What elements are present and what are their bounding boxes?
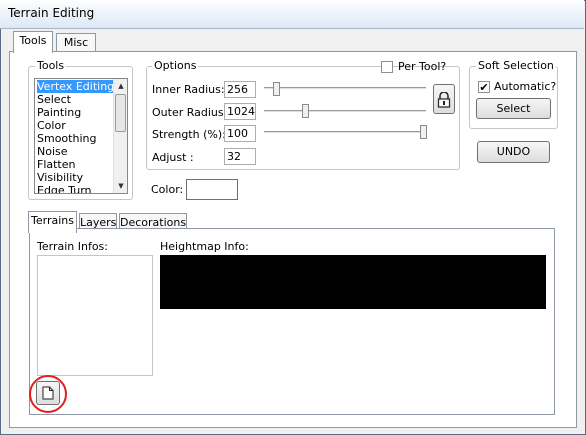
- lock-icon: [437, 91, 451, 108]
- scroll-up-icon[interactable]: ▲: [115, 80, 127, 92]
- list-item[interactable]: Painting: [37, 106, 81, 119]
- outer-radius-slider-thumb[interactable]: [302, 104, 309, 118]
- title-bar[interactable]: Terrain Editing: [0, 0, 584, 29]
- select-button[interactable]: Select: [476, 98, 551, 119]
- heightmap-info-label: Heightmap Info:: [160, 240, 249, 253]
- list-item[interactable]: Edge Turn: [37, 184, 92, 193]
- list-item[interactable]: Smoothing: [37, 132, 96, 145]
- terrain-infos-list[interactable]: [37, 255, 153, 376]
- outer-radius-slider-track[interactable]: [264, 110, 426, 113]
- outer-radius-label: Outer Radius:: [152, 106, 228, 119]
- new-terrain-button[interactable]: [36, 381, 60, 405]
- adjust-label: Adjust :: [152, 151, 194, 164]
- automatic-label: Automatic?: [494, 80, 557, 93]
- strength-label: Strength (%):: [152, 128, 226, 141]
- list-item[interactable]: Color: [37, 119, 66, 132]
- list-item[interactable]: Visibility: [37, 171, 83, 184]
- adjust-input[interactable]: 32: [224, 148, 256, 165]
- soft-selection-label: Soft Selection: [476, 59, 556, 72]
- list-item[interactable]: Select: [37, 93, 71, 106]
- color-label: Color:: [151, 183, 184, 196]
- automatic-checkbox[interactable]: ✔: [478, 81, 490, 93]
- tab-terrains-label: Terrains: [31, 214, 74, 227]
- heightmap-info-display: [160, 255, 546, 309]
- undo-button-label: UNDO: [496, 145, 531, 158]
- tab-tools-label: Tools: [19, 34, 47, 47]
- check-mark-icon: ✔: [479, 81, 489, 94]
- strength-slider-thumb[interactable]: [420, 125, 427, 139]
- tab-terrains[interactable]: Terrains: [28, 211, 77, 233]
- select-button-label: Select: [496, 102, 531, 115]
- tools-scrollbar[interactable]: ▲ ▼: [113, 79, 127, 193]
- strength-slider-track[interactable]: [264, 131, 426, 134]
- new-document-icon: [42, 386, 54, 400]
- list-item[interactable]: Vertex Editing: [37, 80, 119, 93]
- list-item[interactable]: Noise: [37, 145, 68, 158]
- lock-button[interactable]: [433, 84, 455, 114]
- tools-group-label: Tools: [35, 59, 67, 72]
- scroll-thumb[interactable]: [115, 94, 126, 132]
- list-item[interactable]: Flatten: [37, 158, 76, 171]
- per-tool-checkbox[interactable]: [381, 61, 393, 73]
- strength-input[interactable]: 100: [224, 125, 256, 142]
- scroll-down-icon[interactable]: ▼: [115, 180, 127, 192]
- outer-radius-input[interactable]: 1024: [224, 103, 256, 120]
- tab-misc-label: Misc: [63, 36, 89, 49]
- per-tool-label: Per Tool?: [398, 60, 447, 73]
- undo-button[interactable]: UNDO: [477, 141, 550, 163]
- inner-radius-label: Inner Radius:: [152, 83, 225, 96]
- terrain-infos-label: Terrain Infos:: [37, 240, 108, 253]
- tab-misc[interactable]: Misc: [56, 33, 96, 52]
- tools-listbox[interactable]: Vertex Editing Select Painting Color Smo…: [34, 78, 128, 194]
- tab-tools[interactable]: Tools: [13, 31, 53, 53]
- window-title: Terrain Editing: [8, 6, 95, 20]
- options-group-label: Options: [152, 59, 199, 72]
- inner-radius-input[interactable]: 256: [224, 81, 256, 98]
- color-swatch[interactable]: [186, 179, 238, 200]
- inner-radius-slider-track[interactable]: [264, 87, 426, 90]
- inner-radius-slider-thumb[interactable]: [273, 82, 280, 96]
